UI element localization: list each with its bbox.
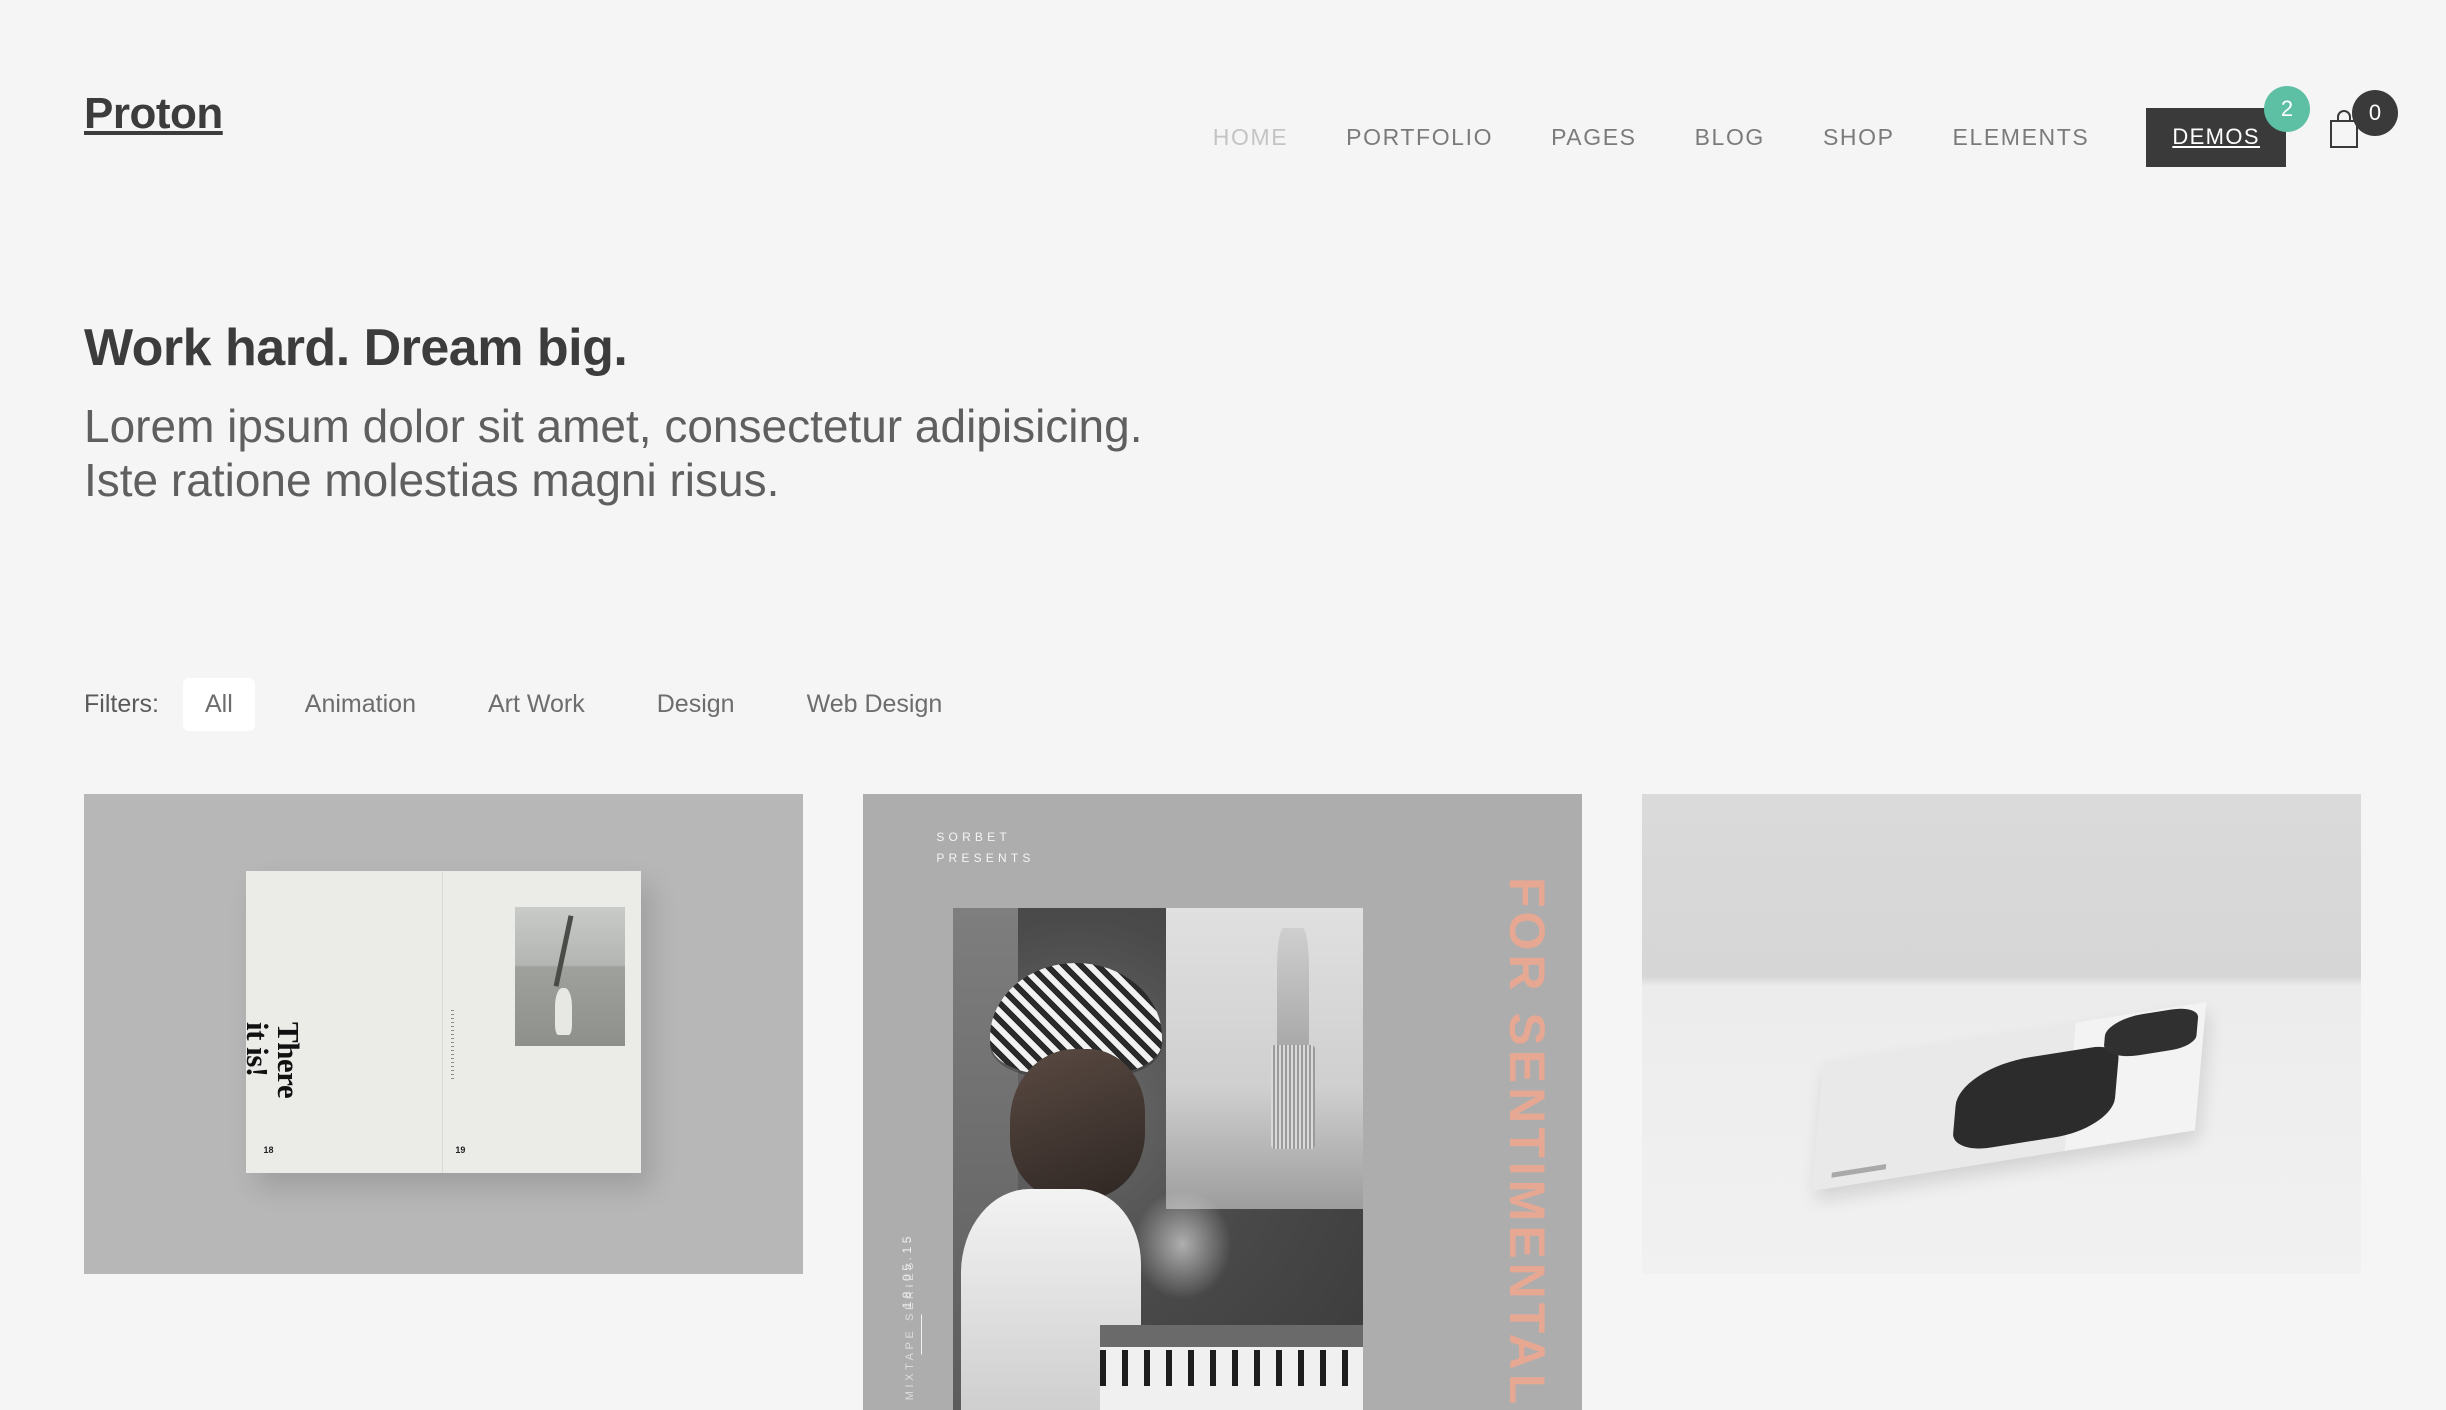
- microphone-shape: [1270, 928, 1316, 1149]
- magazine-folio-left: 18: [263, 1145, 274, 1156]
- album-photograph: [952, 907, 1363, 1410]
- filter-animation[interactable]: Animation: [283, 678, 438, 731]
- magazine-spread: There it is! 18 19: [240, 870, 642, 1174]
- filter-design[interactable]: Design: [635, 678, 757, 731]
- white-book-image: [1642, 794, 2361, 1274]
- book-spine-label: [1831, 1163, 1886, 1178]
- portfolio-filters: Filters: All Animation Art Work Design W…: [84, 678, 992, 731]
- portfolio-item-white-book[interactable]: [1642, 794, 2361, 1274]
- site-header: Proton HOME PORTFOLIO PAGES BLOG SHOP EL…: [0, 0, 2446, 190]
- intro-line-1: Lorem ipsum dolor sit amet, consectetur …: [84, 400, 1143, 453]
- magazine-page-right: 19: [443, 871, 641, 1173]
- portfolio-page: Proton HOME PORTFOLIO PAGES BLOG SHOP EL…: [0, 0, 2446, 1410]
- nav-item-portfolio[interactable]: PORTFOLIO: [1317, 124, 1522, 151]
- nav-item-shop[interactable]: SHOP: [1794, 124, 1924, 151]
- filters-label: Filters:: [84, 690, 159, 718]
- album-title: FOR SENTIMENTAL REASONS: [1498, 877, 1555, 1410]
- album-series-line-1: MIXTAPE: [904, 1328, 917, 1401]
- portfolio-item-magazine-spread[interactable]: There it is! 18 19: [84, 794, 803, 1274]
- album-presenter-line-2: PRESENTS: [936, 851, 1035, 866]
- album-series-line-2: SERIES: [904, 1259, 917, 1322]
- nav-item-pages[interactable]: PAGES: [1522, 124, 1666, 151]
- demos-count-badge: 2: [2264, 86, 2310, 132]
- main-navigation: HOME PORTFOLIO PAGES BLOG SHOP ELEMENTS …: [1184, 86, 2310, 167]
- magazine-page-left: There it is! 18: [240, 870, 444, 1174]
- studio-wall: [1165, 907, 1363, 1210]
- demos-button-wrapper: DEMOS 2: [2146, 86, 2310, 167]
- nav-item-home[interactable]: HOME: [1184, 124, 1317, 151]
- magazine-caption-lines: [451, 1009, 455, 1083]
- cart-button[interactable]: 0: [2324, 90, 2398, 162]
- magazine-cover-text: There it is!: [240, 1021, 307, 1099]
- intro-section: Work hard. Dream big. Lorem ipsum dolor …: [84, 319, 1143, 508]
- nav-item-blog[interactable]: BLOG: [1666, 124, 1794, 151]
- album-series-label: MIXTAPE SERIES: [900, 1259, 921, 1400]
- intro-line-2: Iste ratione molestias magni risus.: [84, 454, 780, 507]
- musician-head-shape: [1010, 1048, 1146, 1200]
- nav-item-elements[interactable]: ELEMENTS: [1924, 124, 2119, 151]
- magazine-folio-right: 19: [455, 1145, 466, 1156]
- filter-all[interactable]: All: [183, 678, 255, 731]
- filter-web-design[interactable]: Web Design: [785, 678, 965, 731]
- cigarette-smoke-shape: [1133, 1189, 1232, 1300]
- cart-count-badge: 0: [2352, 90, 2398, 136]
- album-cover-image: SORBET PRESENTS FOR SENTIMENTAL REASONS …: [863, 794, 1582, 1410]
- album-presenter-line-1: SORBET: [936, 830, 1011, 845]
- page-title: Work hard. Dream big.: [84, 319, 628, 377]
- piano-keys-shape: [1100, 1324, 1363, 1410]
- portfolio-item-album-cover[interactable]: SORBET PRESENTS FOR SENTIMENTAL REASONS …: [863, 794, 1582, 1410]
- site-logo[interactable]: Proton: [84, 92, 223, 136]
- portfolio-grid: There it is! 18 19 SORBET PRESENTS FOR S…: [84, 794, 2362, 1410]
- album-presenter: SORBET PRESENTS: [936, 827, 1034, 869]
- filter-art-work[interactable]: Art Work: [466, 678, 607, 731]
- book-object: [1811, 1001, 2207, 1191]
- magazine-mockup-image: There it is! 18 19: [84, 794, 803, 1274]
- magazine-photo: [514, 907, 626, 1047]
